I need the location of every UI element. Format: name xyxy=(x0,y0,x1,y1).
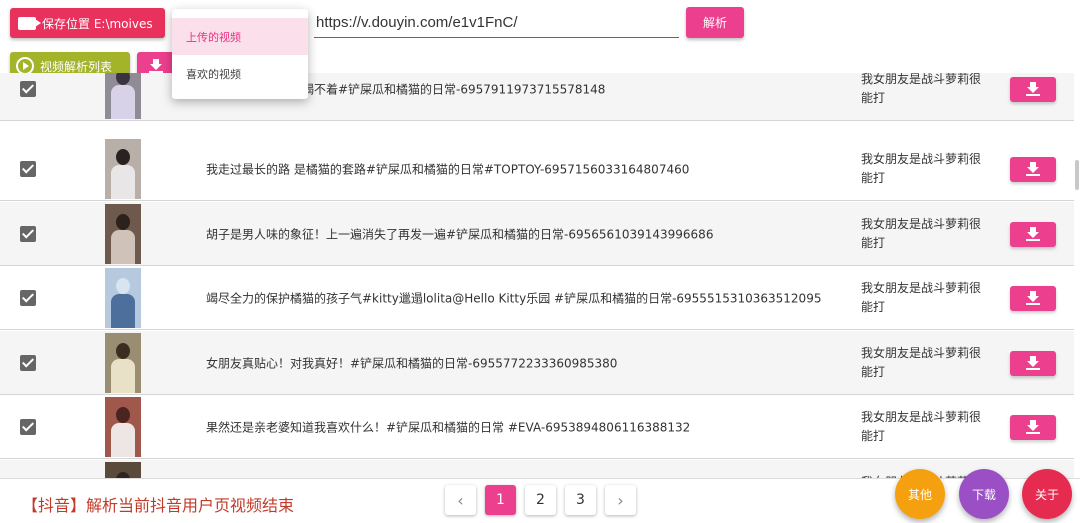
video-author: 我女朋友是战斗萝莉很能打 xyxy=(861,280,982,314)
status-message: 【抖音】解析当前抖音用户页视频结束 xyxy=(22,496,295,515)
video-title: 女朋友真贴心！对我真好！#铲屎瓜和橘猫的日常-69557722333609853… xyxy=(206,356,618,370)
video-title: 我走过最长的路 是橘猫的套路#铲屎瓜和橘猫的日常#TOPTOY-69571560… xyxy=(206,162,690,176)
page-button-1[interactable]: 1 xyxy=(485,485,516,515)
download-icon xyxy=(1026,420,1040,434)
row-checkbox[interactable] xyxy=(20,418,36,435)
download-icon xyxy=(1026,291,1040,305)
url-input[interactable] xyxy=(314,8,679,38)
video-title: 竭尽全力的保护橘猫的孩子气#kitty邋遢lolita@Hello Kitty乐… xyxy=(206,291,822,305)
download-icon xyxy=(1026,227,1040,241)
folder-arrow-icon xyxy=(18,16,41,30)
table-row[interactable]: 带着口罩喝茶！真喝不着#铲屎瓜和橘猫的日常-695791197371557814… xyxy=(0,73,1074,121)
table-row[interactable]: 女朋友真贴心！对我真好！#铲屎瓜和橘猫的日常-69557722333609853… xyxy=(0,331,1074,395)
scrollbar[interactable] xyxy=(1075,160,1079,190)
table-row[interactable]: 果然还是亲老婆知道我喜欢什么！#铲屎瓜和橘猫的日常 #EVA-695389480… xyxy=(0,395,1074,459)
video-thumbnail xyxy=(105,139,141,199)
row-download-button[interactable] xyxy=(1010,221,1056,247)
row-checkbox[interactable] xyxy=(20,80,36,97)
row-download-button[interactable] xyxy=(1010,414,1056,440)
video-type-dropdown: 上传的视频 喜欢的视频 xyxy=(172,9,308,99)
row-checkbox[interactable] xyxy=(20,354,36,371)
other-fab-button[interactable]: 其他 xyxy=(895,469,945,519)
about-fab-button[interactable]: 关于 xyxy=(1022,469,1072,519)
next-page-button[interactable]: › xyxy=(605,485,636,515)
parse-button[interactable]: 解析 xyxy=(686,7,744,38)
download-fab-button[interactable]: 下载 xyxy=(959,469,1009,519)
video-author: 我女朋友是战斗萝莉很能打 xyxy=(861,216,982,250)
dropdown-item-uploaded[interactable]: 上传的视频 xyxy=(172,18,308,55)
download-icon xyxy=(1026,356,1040,370)
pagination: ‹ 1 2 3 › xyxy=(445,485,636,515)
video-title: 胡子是男人味的象征！上一遍消失了再发一遍#铲屎瓜和橘猫的日常-695656103… xyxy=(206,227,714,241)
page-button-2[interactable]: 2 xyxy=(525,485,556,515)
row-checkbox[interactable] xyxy=(20,160,36,177)
save-location-label: 保存位置 E:\moives xyxy=(42,16,153,31)
download-icon xyxy=(1026,82,1040,96)
row-download-button[interactable] xyxy=(1010,76,1056,102)
video-thumbnail xyxy=(105,73,141,119)
video-list-label: 视频解析列表 xyxy=(40,59,113,74)
page-button-3[interactable]: 3 xyxy=(565,485,596,515)
video-author: 我女朋友是战斗萝莉很能打 xyxy=(861,345,982,379)
table-row[interactable]: 胡子是男人味的象征！上一遍消失了再发一遍#铲屎瓜和橘猫的日常-695656103… xyxy=(0,202,1074,266)
video-thumbnail xyxy=(105,397,141,457)
save-location-button[interactable]: 保存位置 E:\moives xyxy=(10,8,165,38)
download-icon xyxy=(149,59,163,73)
video-table: 带着口罩喝茶！真喝不着#铲屎瓜和橘猫的日常-695791197371557814… xyxy=(0,73,1080,478)
video-thumbnail xyxy=(105,204,141,264)
video-author: 我女朋友是战斗萝莉很能打 xyxy=(861,73,982,105)
row-checkbox[interactable] xyxy=(20,225,36,242)
row-download-button[interactable] xyxy=(1010,350,1056,376)
table-row[interactable]: 我走过最长的路 是橘猫的套路#铲屎瓜和橘猫的日常#TOPTOY-69571560… xyxy=(0,137,1074,201)
row-download-button[interactable] xyxy=(1010,285,1056,311)
table-row[interactable]: 竭尽全力的保护橘猫的孩子气#kitty邋遢lolita@Hello Kitty乐… xyxy=(0,266,1074,330)
video-author: 我女朋友是战斗萝莉很能打 xyxy=(861,151,982,185)
video-thumbnail xyxy=(105,268,141,328)
video-title: 果然还是亲老婆知道我喜欢什么！#铲屎瓜和橘猫的日常 #EVA-695389480… xyxy=(206,420,691,434)
prev-page-button[interactable]: ‹ xyxy=(445,485,476,515)
video-author: 我女朋友是战斗萝莉很能打 xyxy=(861,409,982,443)
video-thumbnail xyxy=(105,333,141,393)
row-download-button[interactable] xyxy=(1010,156,1056,182)
download-icon xyxy=(1026,162,1040,176)
row-checkbox[interactable] xyxy=(20,289,36,306)
video-thumbnail xyxy=(105,462,141,478)
dropdown-item-liked[interactable]: 喜欢的视频 xyxy=(172,55,308,92)
